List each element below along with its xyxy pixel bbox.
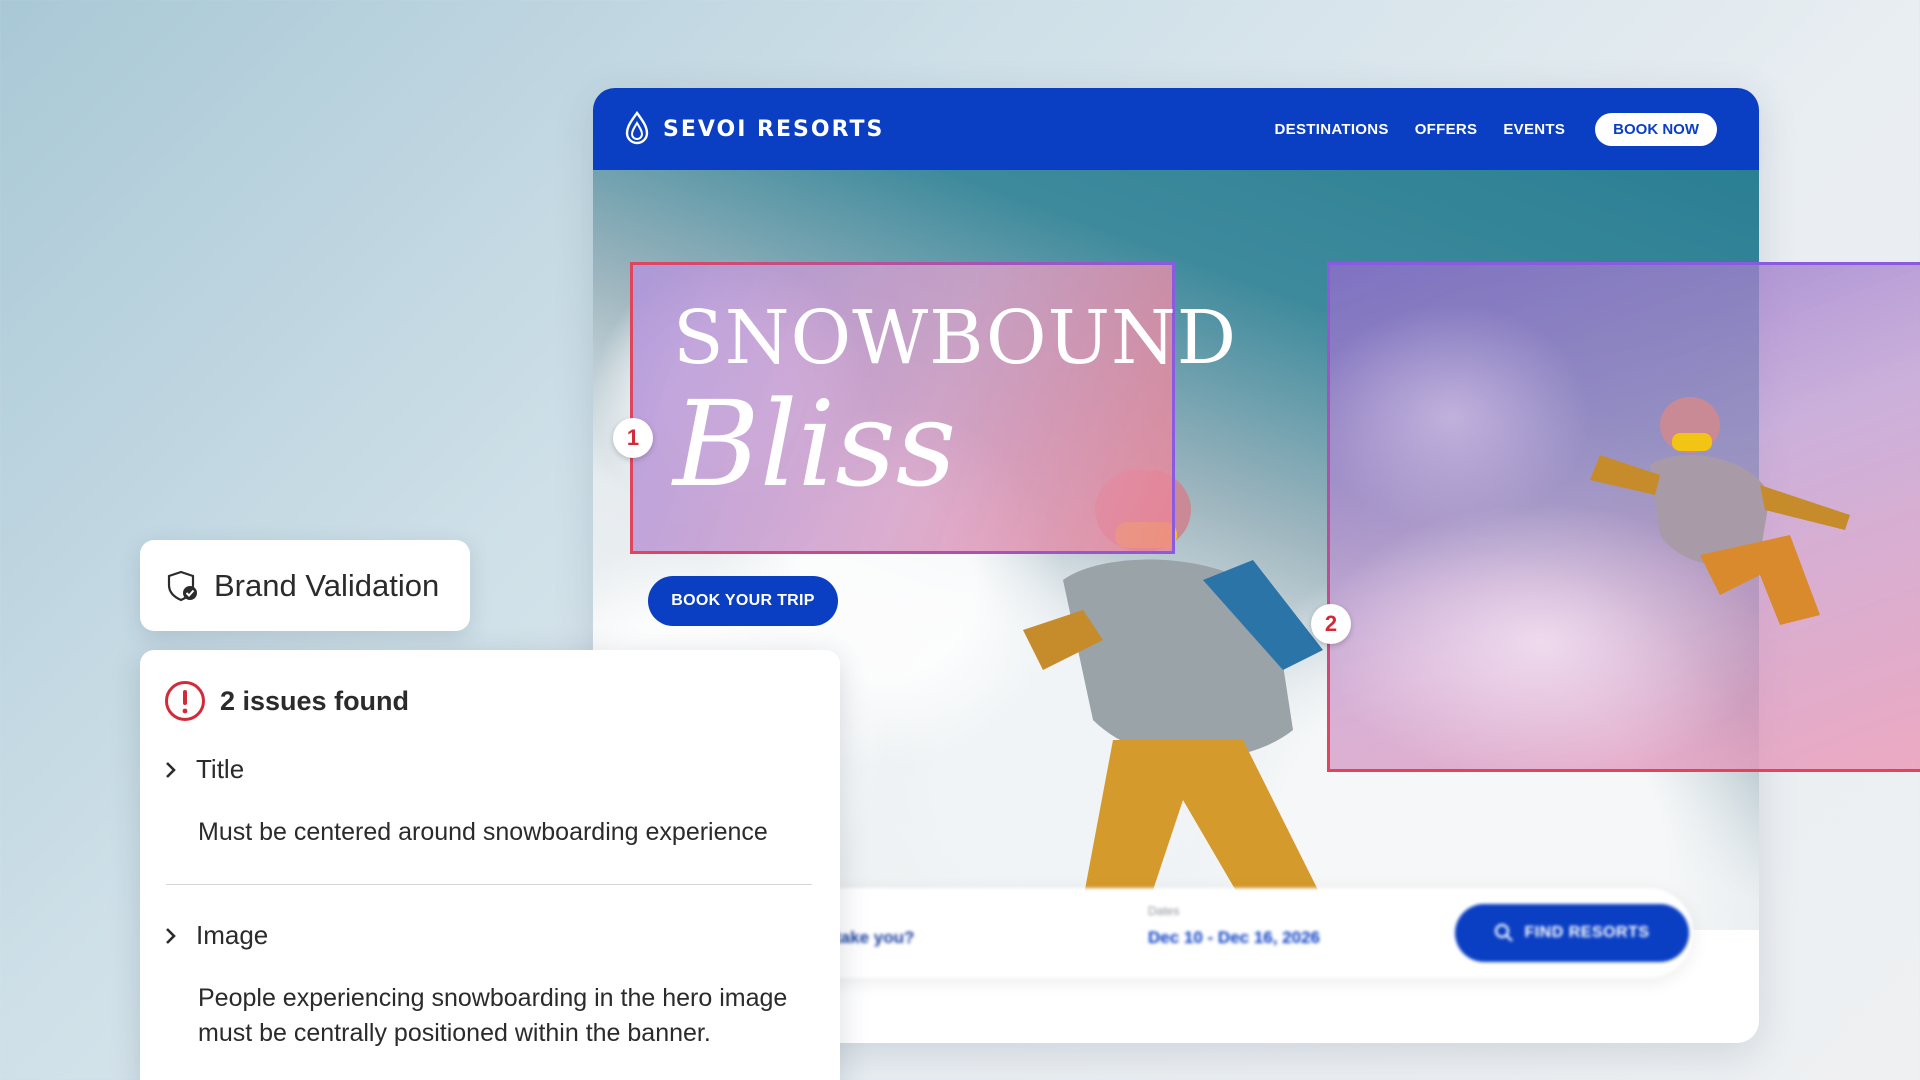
- book-your-trip-button[interactable]: BOOK YOUR TRIP: [648, 576, 838, 626]
- issue-image-toggle[interactable]: Image: [162, 920, 798, 951]
- issue-marker-1[interactable]: 1: [613, 418, 653, 458]
- search-icon: [1495, 923, 1514, 942]
- brand-validation-header: Brand Validation: [140, 540, 470, 631]
- destination-field[interactable]: take you?: [835, 928, 914, 948]
- book-now-button[interactable]: BOOK NOW: [1595, 112, 1717, 146]
- issue-image-label: Image: [196, 920, 269, 950]
- nav-links: DESTINATIONS OFFERS EVENTS BOOK NOW: [1275, 112, 1717, 146]
- issue-item-image: Image People experiencing snowboarding i…: [162, 920, 798, 1051]
- divider: [166, 884, 812, 885]
- shield-check-icon: [167, 570, 197, 601]
- hero-title-line1: SNOWBOUND: [673, 295, 1238, 381]
- issue-image-description: People experiencing snowboarding in the …: [198, 984, 788, 1047]
- hero-image-highlight[interactable]: [1327, 262, 1920, 772]
- find-resorts-button[interactable]: FIND RESORTS: [1455, 904, 1689, 962]
- find-resorts-label: FIND RESORTS: [1524, 924, 1650, 941]
- alert-circle-icon: [165, 681, 205, 721]
- issues-summary: 2 issues found: [164, 680, 409, 722]
- brand-logo[interactable]: SEVOI RESORTS: [623, 111, 884, 147]
- issue-title-description: Must be centered around snowboarding exp…: [198, 818, 768, 846]
- validation-results-panel: 2 issues found Title Must be centered ar…: [140, 650, 840, 1080]
- issue-title-toggle[interactable]: Title: [162, 754, 798, 785]
- issue-title-label: Title: [196, 754, 245, 784]
- chevron-right-icon: [166, 761, 176, 778]
- issue-marker-2[interactable]: 2: [1311, 604, 1351, 644]
- nav-offers[interactable]: OFFERS: [1415, 121, 1478, 138]
- issues-count: 2 issues found: [220, 685, 410, 716]
- snowboarder-figure-2: [1590, 397, 1850, 625]
- hero-title-line2: Bliss: [673, 375, 957, 513]
- brand-validation-title: Brand Validation: [214, 567, 440, 603]
- chevron-right-icon: [166, 927, 176, 944]
- hero-title-highlight[interactable]: SNOWBOUND Bliss: [630, 262, 1236, 554]
- search-bar: take you? Dates Dec 10 - Dec 16, 2026 FI…: [693, 888, 1693, 978]
- dates-label: Dates: [1148, 904, 1180, 918]
- issue-item-title: Title Must be centered around snowboardi…: [162, 754, 798, 850]
- brand-name: SEVOI RESORTS: [663, 116, 885, 142]
- dates-field[interactable]: Dec 10 - Dec 16, 2026: [1148, 928, 1320, 948]
- drop-logo-icon: [625, 111, 649, 145]
- nav-events[interactable]: EVENTS: [1503, 121, 1565, 138]
- site-navbar: SEVOI RESORTS DESTINATIONS OFFERS EVENTS…: [593, 88, 1759, 170]
- nav-destinations[interactable]: DESTINATIONS: [1275, 121, 1389, 138]
